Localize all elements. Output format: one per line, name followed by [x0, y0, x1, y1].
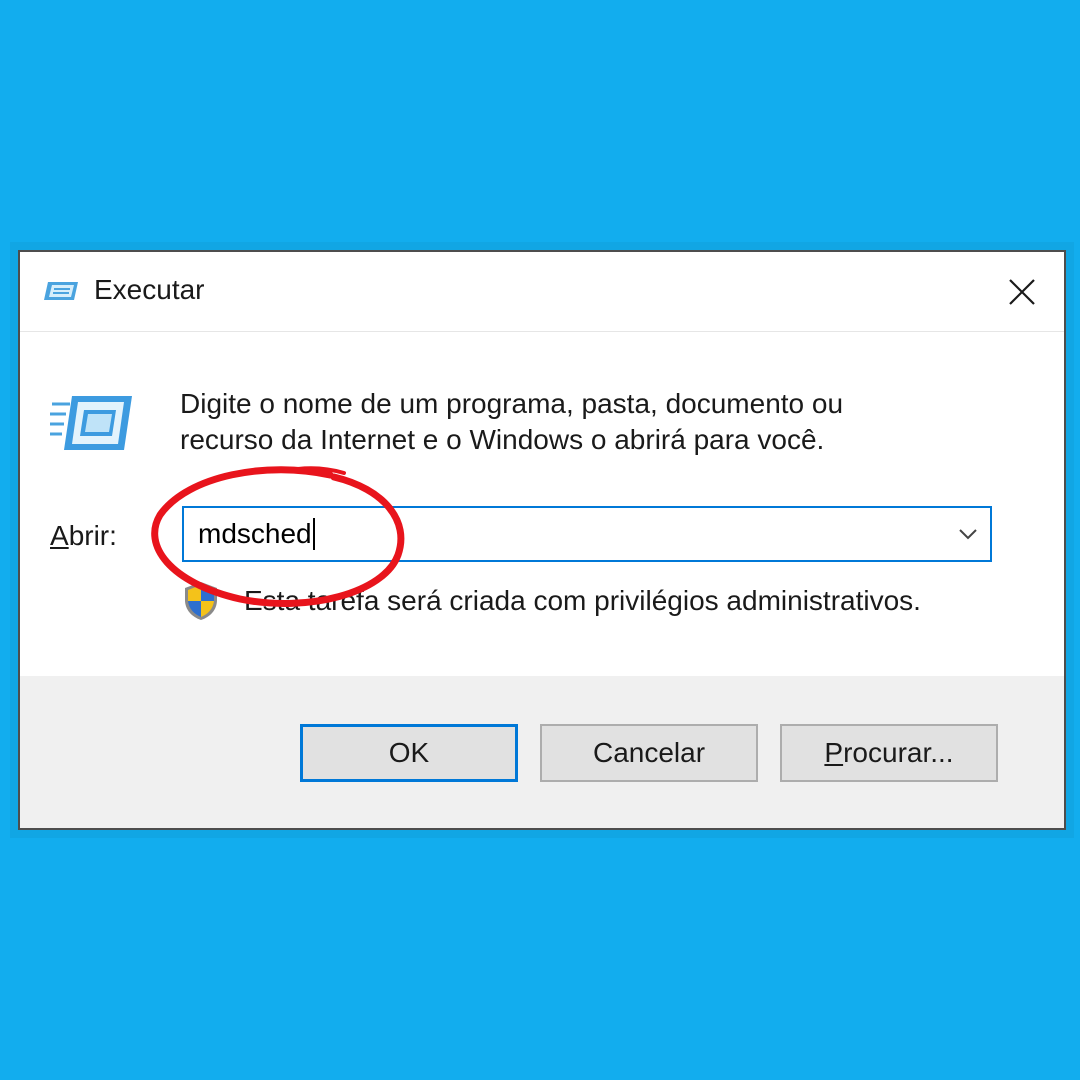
admin-privileges-note: Esta tarefa será criada com privilégios …	[244, 585, 921, 616]
run-dialog: Executar Digite o nome de um programa, p…	[18, 250, 1066, 830]
run-program-icon	[50, 396, 132, 450]
button-bar: OK Cancelar Procurar...	[20, 676, 1064, 828]
dropdown-button[interactable]	[946, 508, 990, 560]
open-label: Abrir:	[50, 520, 117, 552]
chevron-down-icon	[959, 529, 977, 540]
uac-shield-icon	[185, 582, 217, 620]
ok-button[interactable]: OK	[300, 724, 518, 782]
description-line-2: recurso da Internet e o Windows o abrirá…	[180, 424, 825, 455]
open-label-text: brir:	[68, 520, 117, 551]
browse-button[interactable]: Procurar...	[780, 724, 998, 782]
cancel-button[interactable]: Cancelar	[540, 724, 758, 782]
open-input-value[interactable]: mdsched	[198, 518, 315, 550]
open-label-accelerator: A	[50, 520, 69, 551]
browse-accelerator: P	[824, 737, 844, 768]
title-separator	[20, 331, 1064, 332]
description: Digite o nome de um programa, pasta, doc…	[180, 386, 1000, 458]
close-icon	[1009, 279, 1035, 305]
open-combobox[interactable]: mdsched	[182, 506, 992, 562]
run-app-icon	[44, 282, 78, 300]
description-line-1: Digite o nome de um programa, pasta, doc…	[180, 388, 844, 419]
window-title: Executar	[94, 274, 205, 305]
title-bar[interactable]: Executar	[20, 252, 1064, 332]
close-button[interactable]	[996, 266, 1048, 318]
browse-label: rocurar...	[843, 737, 954, 768]
